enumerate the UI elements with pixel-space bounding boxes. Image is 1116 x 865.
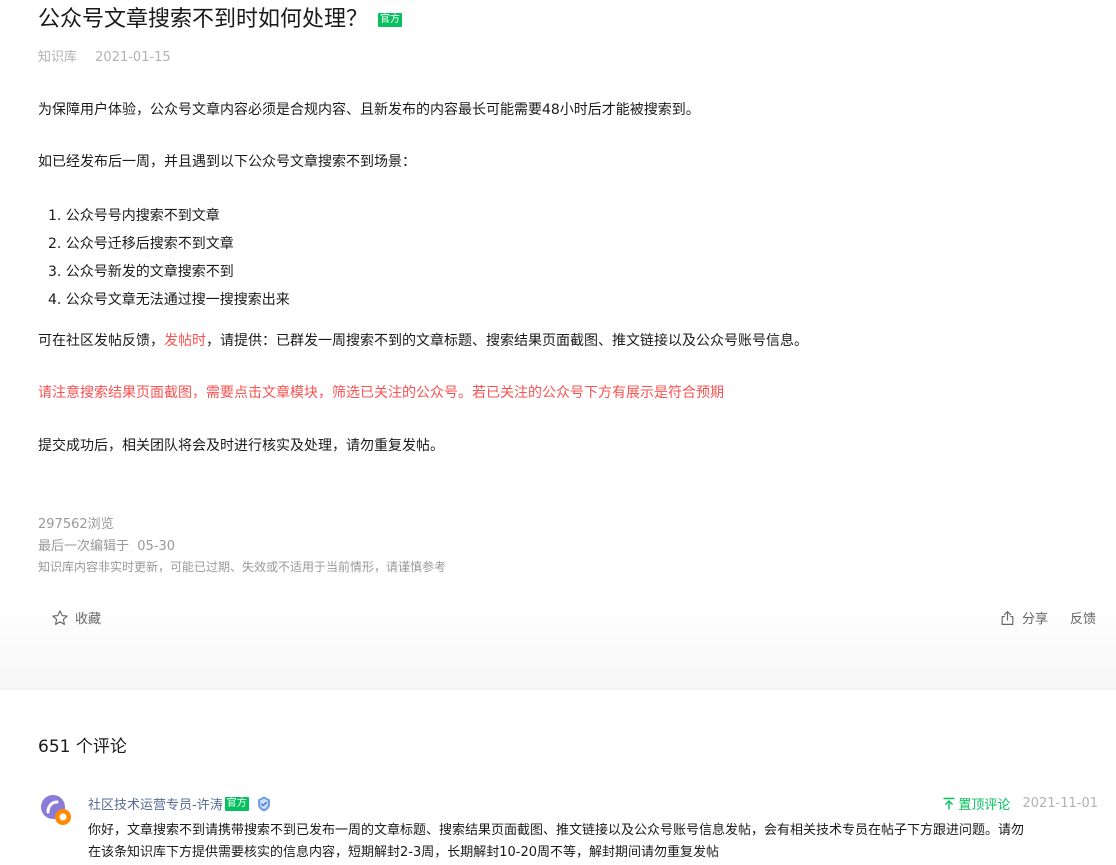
comment-line: 你好，文章搜索不到请携带搜索不到已发布一周的文章标题、搜索结果页面截图、推文链接… [88,823,1025,838]
comment-author[interactable]: 社区技术运营专员-许涛 [88,794,223,813]
share-button[interactable]: 分享 [999,608,1048,627]
list-item: 4. 公众号文章无法通过搜一搜搜索出来 [48,292,290,308]
paragraph-3-pre: 可在社区发帖反馈， [38,333,164,349]
pinned-comment-label: 置顶评论 [943,794,1010,813]
paragraph-3: 可在社区发帖反馈，发帖时，请提供：已群发一周搜索不到的文章标题、搜索结果页面截图… [38,331,808,351]
last-edit: 最后一次编辑于 05-30 [38,535,175,554]
collect-button[interactable]: 收藏 [51,608,101,627]
paragraph-3-highlight: 发帖时 [164,333,206,349]
disclaimer: 知识库内容非实时更新，可能已过期、失效或不适用于当前情形，请谨慎参考 [38,560,447,574]
comment-header: 社区技术运营专员-许涛 官方 [88,794,273,813]
star-icon [52,609,68,625]
share-label: 分享 [1022,612,1049,627]
avatar[interactable] [38,792,76,830]
article-date: 2021-01-15 [95,50,171,65]
list-item: 2. 公众号迁移后搜索不到文章 [48,236,234,252]
section-divider [0,688,1116,690]
official-badge: 官方 [224,796,249,811]
comment-date: 2021-11-01 [1022,796,1098,811]
comments-count-title: 651 个评论 [38,737,127,757]
feedback-button[interactable]: 反馈 [1070,608,1096,627]
arrow-up-icon [943,797,956,810]
article-source: 知识库 [38,50,78,65]
pinned-text: 置顶评论 [958,798,1011,813]
paragraph-1: 为保障用户体验，公众号文章内容必须是合规内容、且新发布的内容最长可能需要48小时… [38,102,700,118]
share-icon [1001,610,1014,625]
collect-label: 收藏 [75,612,102,627]
scenario-list: 1. 公众号号内搜索不到文章 2. 公众号迁移后搜索不到文章 3. 公众号新发的… [48,202,290,314]
title-row: 公众号文章搜索不到时如何处理？ 官方 [38,4,403,36]
article-meta: 知识库 2021-01-15 [38,46,171,65]
last-edit-label: 最后一次编辑于 [38,539,130,554]
paragraph-3-post: ，请提供：已群发一周搜索不到的文章标题、搜索结果页面截图、推文链接以及公众号账号… [206,333,808,349]
list-item: 3. 公众号新发的文章搜索不到 [48,264,234,280]
feedback-label: 反馈 [1070,612,1097,627]
comment-body: 你好，文章搜索不到请携带搜索不到已发布一周的文章标题、搜索结果页面截图、推文链接… [88,820,1098,864]
paragraph-5: 提交成功后，相关团队将会及时进行核实及处理，请勿重复发帖。 [38,438,444,454]
last-edit-date: 05-30 [137,539,176,554]
paragraph-4-warning: 请注意搜索结果页面截图，需要点击文章模块，筛选已关注的公众号。若已关注的公众号下… [38,385,724,401]
view-count: 297562浏览 [38,517,114,532]
page-title: 公众号文章搜索不到时如何处理？ [38,7,369,32]
verified-shield-icon [257,796,270,811]
comment-meta: 置顶评论 2021-11-01 [943,794,1098,813]
list-item: 1. 公众号号内搜索不到文章 [48,208,220,224]
paragraph-2: 如已经发布后一周，并且遇到以下公众号文章搜索不到场景： [38,154,416,170]
comment-line: 在该条知识库下方提供需要核实的信息内容，短期解封2-3周，长期解封10-20周不… [88,845,720,860]
official-badge: 官方 [378,13,403,27]
